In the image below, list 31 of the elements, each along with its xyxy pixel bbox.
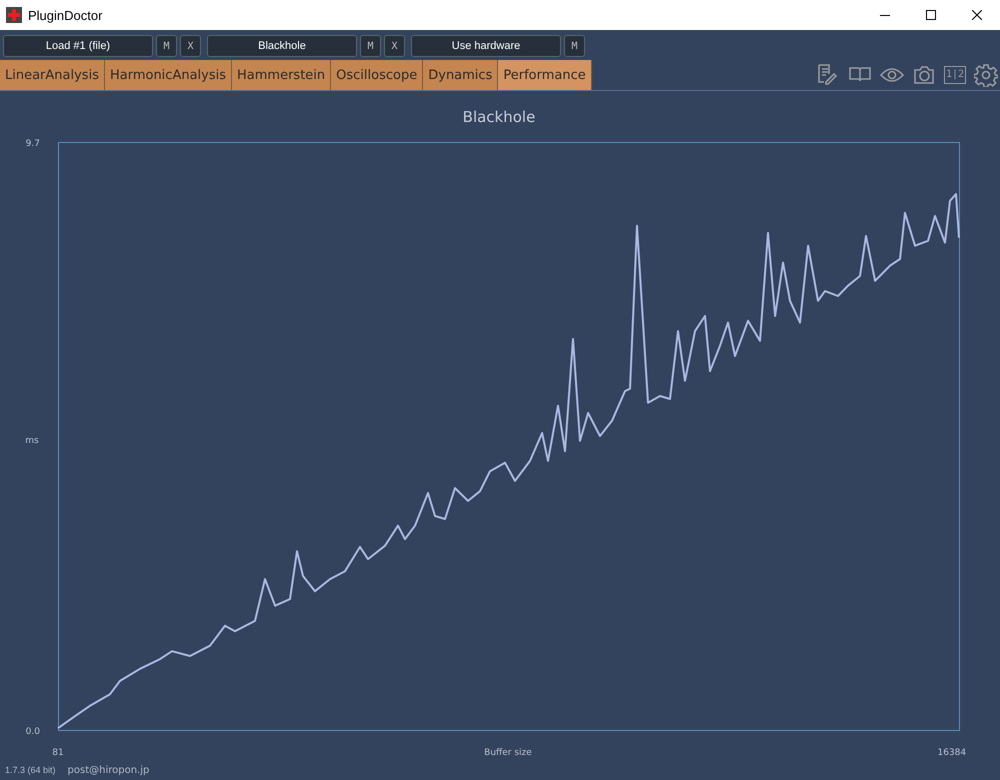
y-tick-label: 9.7 [26, 139, 40, 149]
analysis-tab[interactable]: Oscilloscope [331, 60, 424, 90]
slot-option-button[interactable]: M [156, 35, 177, 57]
contact-email: post@hiropon.jp [68, 764, 150, 776]
plugin-slot-button[interactable]: Use hardware [411, 35, 561, 57]
analysis-tab[interactable]: HarmonicAnalysis [104, 60, 232, 90]
slot-option-button[interactable]: X [180, 35, 201, 57]
analysis-tab[interactable]: Hammerstein [232, 60, 332, 90]
camera-icon[interactable] [912, 63, 936, 87]
version-label: 1.7.3 (64 bit) [5, 765, 56, 775]
y-axis-label: ms [25, 436, 39, 446]
plugin-slot-button[interactable]: Blackhole [207, 35, 357, 57]
slot-option-button[interactable]: X [384, 35, 405, 57]
analysis-tab[interactable]: Performance [498, 60, 592, 90]
y-tick-label: 0.0 [26, 727, 40, 737]
plugin-slot-button[interactable]: Load #1 (file) [3, 35, 153, 57]
app-logo-icon [6, 7, 22, 23]
slot-option-button[interactable]: M [360, 35, 381, 57]
settings-icon[interactable] [974, 63, 998, 87]
split-view-button[interactable]: 1|2 [944, 66, 966, 84]
slot-option-button[interactable]: M [564, 35, 585, 57]
close-icon [972, 10, 982, 20]
analysis-tab[interactable]: Dynamics [423, 60, 498, 90]
analysis-tab[interactable]: LinearAnalysis [0, 60, 105, 90]
window-title: PluginDoctor [28, 8, 104, 22]
x-tick-label: 81 [52, 748, 64, 758]
maximize-icon [926, 10, 936, 20]
chart-title: Blackhole [462, 108, 536, 126]
x-tick-label: 16384 [938, 748, 966, 758]
notes-pencil-icon[interactable] [816, 63, 840, 87]
x-axis-label: Buffer size [484, 748, 532, 758]
